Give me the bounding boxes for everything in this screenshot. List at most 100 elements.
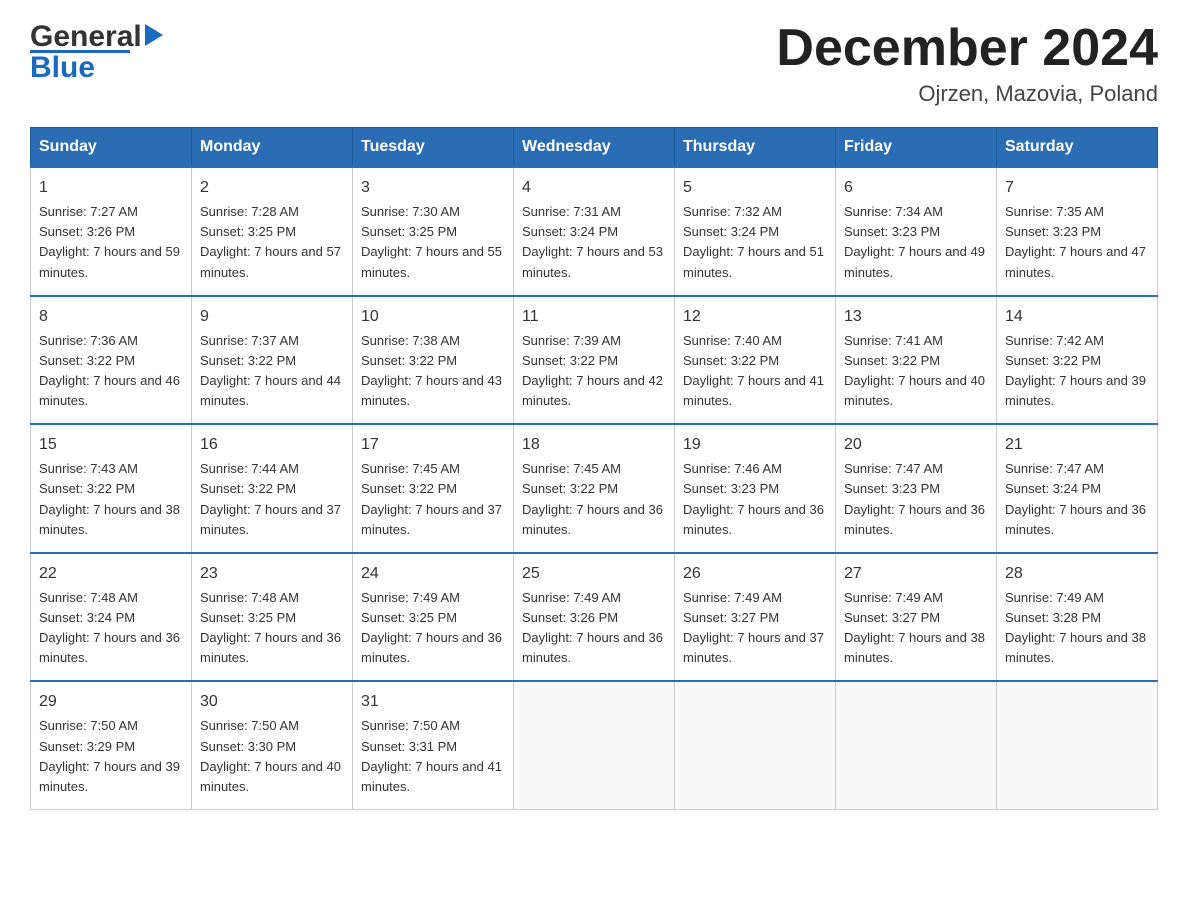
day-info: Sunrise: 7:41 AMSunset: 3:22 PMDaylight:…	[844, 333, 985, 408]
day-info: Sunrise: 7:27 AMSunset: 3:26 PMDaylight:…	[39, 204, 180, 279]
calendar-cell: 14 Sunrise: 7:42 AMSunset: 3:22 PMDaylig…	[997, 296, 1158, 425]
day-info: Sunrise: 7:28 AMSunset: 3:25 PMDaylight:…	[200, 204, 341, 279]
calendar-cell: 15 Sunrise: 7:43 AMSunset: 3:22 PMDaylig…	[31, 424, 192, 553]
calendar-cell: 7 Sunrise: 7:35 AMSunset: 3:23 PMDayligh…	[997, 167, 1158, 296]
calendar-cell: 11 Sunrise: 7:39 AMSunset: 3:22 PMDaylig…	[514, 296, 675, 425]
day-info: Sunrise: 7:43 AMSunset: 3:22 PMDaylight:…	[39, 461, 180, 536]
calendar-week-row: 8 Sunrise: 7:36 AMSunset: 3:22 PMDayligh…	[31, 296, 1158, 425]
calendar-header-friday: Friday	[836, 128, 997, 168]
calendar-cell	[675, 681, 836, 809]
day-info: Sunrise: 7:50 AMSunset: 3:29 PMDaylight:…	[39, 718, 180, 793]
day-info: Sunrise: 7:49 AMSunset: 3:26 PMDaylight:…	[522, 590, 663, 665]
calendar-cell	[997, 681, 1158, 809]
calendar-week-row: 29 Sunrise: 7:50 AMSunset: 3:29 PMDaylig…	[31, 681, 1158, 809]
calendar-cell: 9 Sunrise: 7:37 AMSunset: 3:22 PMDayligh…	[192, 296, 353, 425]
calendar-cell: 23 Sunrise: 7:48 AMSunset: 3:25 PMDaylig…	[192, 553, 353, 682]
day-number: 30	[200, 690, 344, 714]
calendar-cell: 24 Sunrise: 7:49 AMSunset: 3:25 PMDaylig…	[353, 553, 514, 682]
day-number: 3	[361, 176, 505, 200]
day-info: Sunrise: 7:37 AMSunset: 3:22 PMDaylight:…	[200, 333, 341, 408]
calendar-cell: 20 Sunrise: 7:47 AMSunset: 3:23 PMDaylig…	[836, 424, 997, 553]
calendar-cell: 17 Sunrise: 7:45 AMSunset: 3:22 PMDaylig…	[353, 424, 514, 553]
day-number: 11	[522, 305, 666, 329]
calendar-cell: 5 Sunrise: 7:32 AMSunset: 3:24 PMDayligh…	[675, 167, 836, 296]
calendar-cell: 8 Sunrise: 7:36 AMSunset: 3:22 PMDayligh…	[31, 296, 192, 425]
day-info: Sunrise: 7:38 AMSunset: 3:22 PMDaylight:…	[361, 333, 502, 408]
calendar-cell: 27 Sunrise: 7:49 AMSunset: 3:27 PMDaylig…	[836, 553, 997, 682]
day-info: Sunrise: 7:50 AMSunset: 3:30 PMDaylight:…	[200, 718, 341, 793]
calendar-cell: 21 Sunrise: 7:47 AMSunset: 3:24 PMDaylig…	[997, 424, 1158, 553]
day-info: Sunrise: 7:49 AMSunset: 3:28 PMDaylight:…	[1005, 590, 1146, 665]
calendar-table: SundayMondayTuesdayWednesdayThursdayFrid…	[30, 127, 1158, 810]
logo-blue-text: Blue	[30, 51, 95, 85]
calendar-cell: 29 Sunrise: 7:50 AMSunset: 3:29 PMDaylig…	[31, 681, 192, 809]
calendar-cell	[514, 681, 675, 809]
calendar-header-sunday: Sunday	[31, 128, 192, 168]
page-header: General Blue December 2024 Ojrzen, Mazov…	[30, 20, 1158, 107]
calendar-cell: 30 Sunrise: 7:50 AMSunset: 3:30 PMDaylig…	[192, 681, 353, 809]
calendar-header-saturday: Saturday	[997, 128, 1158, 168]
day-number: 5	[683, 176, 827, 200]
calendar-cell: 28 Sunrise: 7:49 AMSunset: 3:28 PMDaylig…	[997, 553, 1158, 682]
day-info: Sunrise: 7:47 AMSunset: 3:23 PMDaylight:…	[844, 461, 985, 536]
day-number: 12	[683, 305, 827, 329]
calendar-cell: 6 Sunrise: 7:34 AMSunset: 3:23 PMDayligh…	[836, 167, 997, 296]
day-info: Sunrise: 7:32 AMSunset: 3:24 PMDaylight:…	[683, 204, 824, 279]
day-number: 24	[361, 562, 505, 586]
calendar-header-tuesday: Tuesday	[353, 128, 514, 168]
calendar-week-row: 1 Sunrise: 7:27 AMSunset: 3:26 PMDayligh…	[31, 167, 1158, 296]
logo-triangle-icon	[145, 24, 163, 51]
calendar-cell: 2 Sunrise: 7:28 AMSunset: 3:25 PMDayligh…	[192, 167, 353, 296]
day-number: 22	[39, 562, 183, 586]
calendar-header-row: SundayMondayTuesdayWednesdayThursdayFrid…	[31, 128, 1158, 168]
calendar-cell: 1 Sunrise: 7:27 AMSunset: 3:26 PMDayligh…	[31, 167, 192, 296]
day-number: 19	[683, 433, 827, 457]
location: Ojrzen, Mazovia, Poland	[776, 81, 1158, 107]
day-info: Sunrise: 7:44 AMSunset: 3:22 PMDaylight:…	[200, 461, 341, 536]
day-info: Sunrise: 7:39 AMSunset: 3:22 PMDaylight:…	[522, 333, 663, 408]
day-info: Sunrise: 7:31 AMSunset: 3:24 PMDaylight:…	[522, 204, 663, 279]
calendar-cell: 25 Sunrise: 7:49 AMSunset: 3:26 PMDaylig…	[514, 553, 675, 682]
calendar-cell: 16 Sunrise: 7:44 AMSunset: 3:22 PMDaylig…	[192, 424, 353, 553]
day-info: Sunrise: 7:49 AMSunset: 3:25 PMDaylight:…	[361, 590, 502, 665]
day-info: Sunrise: 7:48 AMSunset: 3:24 PMDaylight:…	[39, 590, 180, 665]
calendar-cell: 26 Sunrise: 7:49 AMSunset: 3:27 PMDaylig…	[675, 553, 836, 682]
title-area: December 2024 Ojrzen, Mazovia, Poland	[776, 20, 1158, 107]
day-number: 17	[361, 433, 505, 457]
calendar-week-row: 15 Sunrise: 7:43 AMSunset: 3:22 PMDaylig…	[31, 424, 1158, 553]
calendar-cell: 19 Sunrise: 7:46 AMSunset: 3:23 PMDaylig…	[675, 424, 836, 553]
day-number: 27	[844, 562, 988, 586]
day-number: 13	[844, 305, 988, 329]
day-number: 18	[522, 433, 666, 457]
calendar-cell: 3 Sunrise: 7:30 AMSunset: 3:25 PMDayligh…	[353, 167, 514, 296]
day-number: 29	[39, 690, 183, 714]
day-number: 31	[361, 690, 505, 714]
day-number: 4	[522, 176, 666, 200]
day-info: Sunrise: 7:34 AMSunset: 3:23 PMDaylight:…	[844, 204, 985, 279]
day-number: 2	[200, 176, 344, 200]
calendar-header-thursday: Thursday	[675, 128, 836, 168]
calendar-cell: 10 Sunrise: 7:38 AMSunset: 3:22 PMDaylig…	[353, 296, 514, 425]
day-number: 26	[683, 562, 827, 586]
logo-general-text: General	[30, 20, 142, 54]
day-number: 10	[361, 305, 505, 329]
day-number: 21	[1005, 433, 1149, 457]
day-number: 9	[200, 305, 344, 329]
day-info: Sunrise: 7:48 AMSunset: 3:25 PMDaylight:…	[200, 590, 341, 665]
day-info: Sunrise: 7:50 AMSunset: 3:31 PMDaylight:…	[361, 718, 502, 793]
calendar-cell	[836, 681, 997, 809]
calendar-cell: 31 Sunrise: 7:50 AMSunset: 3:31 PMDaylig…	[353, 681, 514, 809]
day-info: Sunrise: 7:45 AMSunset: 3:22 PMDaylight:…	[361, 461, 502, 536]
month-title: December 2024	[776, 20, 1158, 77]
calendar-cell: 4 Sunrise: 7:31 AMSunset: 3:24 PMDayligh…	[514, 167, 675, 296]
day-info: Sunrise: 7:36 AMSunset: 3:22 PMDaylight:…	[39, 333, 180, 408]
calendar-cell: 22 Sunrise: 7:48 AMSunset: 3:24 PMDaylig…	[31, 553, 192, 682]
day-number: 20	[844, 433, 988, 457]
day-info: Sunrise: 7:47 AMSunset: 3:24 PMDaylight:…	[1005, 461, 1146, 536]
day-number: 8	[39, 305, 183, 329]
day-number: 6	[844, 176, 988, 200]
day-number: 1	[39, 176, 183, 200]
day-number: 7	[1005, 176, 1149, 200]
day-info: Sunrise: 7:46 AMSunset: 3:23 PMDaylight:…	[683, 461, 824, 536]
calendar-cell: 13 Sunrise: 7:41 AMSunset: 3:22 PMDaylig…	[836, 296, 997, 425]
